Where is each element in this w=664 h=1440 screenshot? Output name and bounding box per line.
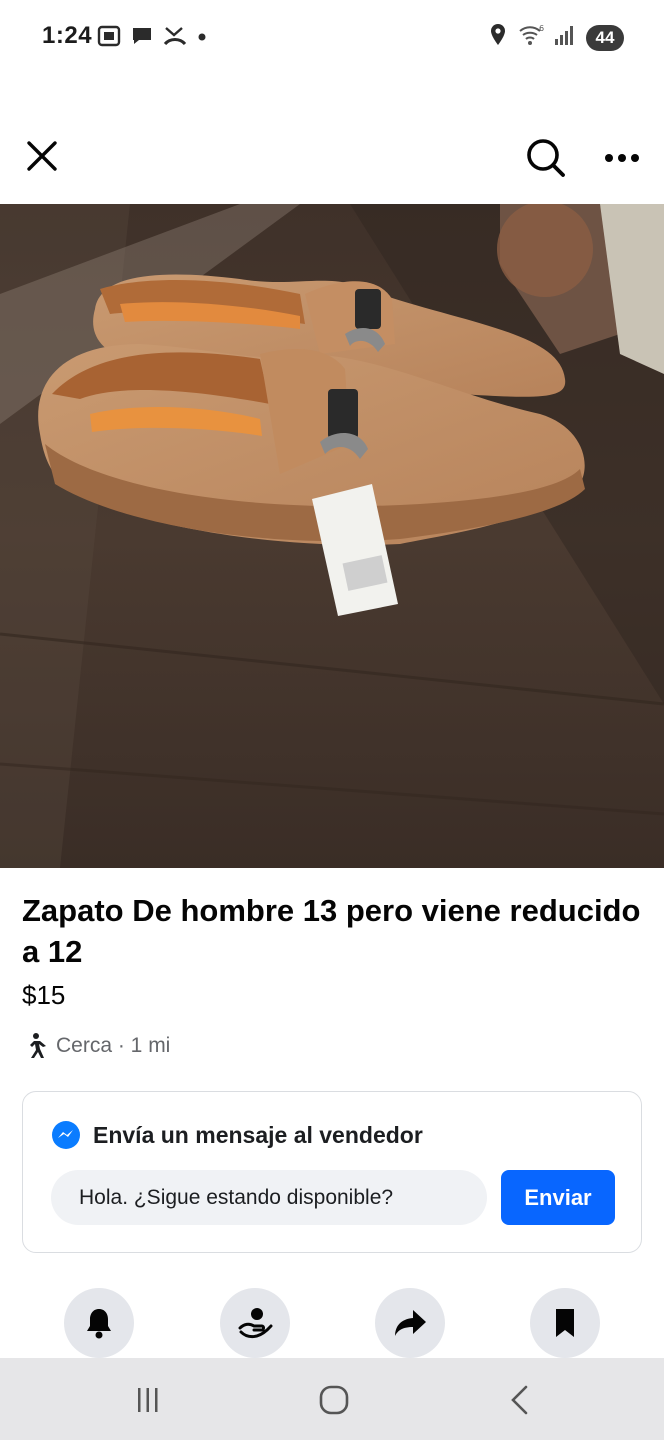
system-nav-bar: [0, 1358, 664, 1440]
message-heading: Envía un mensaje al vendedor: [51, 1120, 423, 1150]
offer-button[interactable]: [220, 1288, 290, 1358]
share-button[interactable]: [375, 1288, 445, 1358]
action-buttons: [0, 1288, 664, 1358]
bookmark-icon: [556, 1309, 574, 1337]
status-left-icons: [96, 24, 208, 53]
recent-apps-button[interactable]: [128, 1380, 168, 1420]
back-button[interactable]: [500, 1380, 540, 1420]
screenshot-icon: [96, 24, 122, 53]
close-icon: [27, 141, 57, 171]
more-icon: [605, 154, 639, 162]
send-button[interactable]: Enviar: [501, 1170, 615, 1225]
save-button[interactable]: [530, 1288, 600, 1358]
search-button[interactable]: [522, 134, 570, 182]
svg-text:6: 6: [539, 24, 544, 33]
missed-call-icon: [162, 24, 188, 53]
hand-person-icon: [238, 1308, 273, 1339]
recent-apps-icon: [138, 1388, 158, 1412]
listing-title: Zapato De hombre 13 pero viene reducido …: [22, 893, 641, 969]
share-icon: [395, 1310, 426, 1336]
wifi-icon: 6: [518, 23, 544, 52]
bell-icon: [87, 1309, 111, 1339]
location-pin-icon: [488, 22, 508, 53]
status-right-icons: 6 44: [488, 22, 624, 53]
messenger-icon: [52, 1121, 80, 1149]
listing-price: $15: [22, 980, 66, 1010]
alert-button[interactable]: [64, 1288, 134, 1358]
dot-icon: [196, 24, 208, 53]
message-seller-card: Envía un mensaje al vendedor Hola. ¿Sigu…: [22, 1091, 642, 1253]
walking-person-icon: [30, 1033, 46, 1058]
listing-photo[interactable]: [0, 204, 664, 868]
battery-icon: 44: [586, 24, 624, 51]
search-icon: [527, 139, 565, 177]
home-icon: [319, 1385, 349, 1415]
status-bar: 1:24 6 44: [0, 0, 664, 72]
close-button[interactable]: [20, 134, 64, 178]
message-input[interactable]: Hola. ¿Sigue estando disponible?: [51, 1170, 487, 1225]
message-heading-text: Envía un mensaje al vendedor: [93, 1121, 423, 1148]
signal-icon: [554, 23, 576, 52]
more-options-button[interactable]: [600, 136, 644, 180]
back-icon: [511, 1385, 528, 1415]
chat-bubble-icon: [130, 24, 154, 53]
home-button[interactable]: [314, 1380, 354, 1420]
location-text: Cerca · 1 mi: [56, 1034, 171, 1057]
listing-location: Cerca · 1 mi: [22, 1032, 170, 1060]
top-bar: [0, 120, 664, 200]
status-time: 1:24: [42, 22, 93, 49]
shoe-photo-illustration: [0, 204, 664, 868]
